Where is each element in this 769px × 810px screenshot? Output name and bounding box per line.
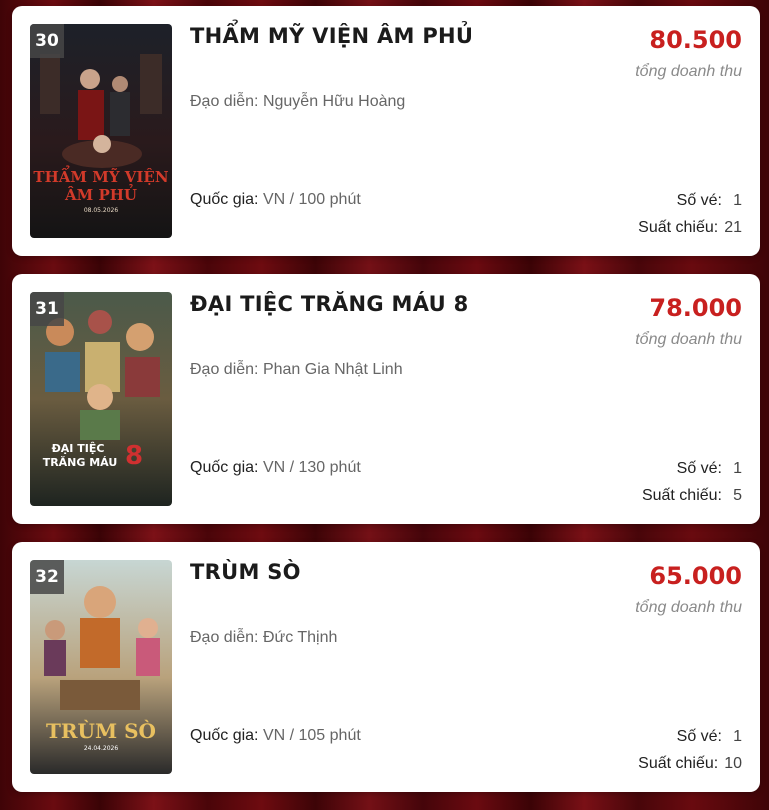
- movie-poster[interactable]: ĐẠI TIỆC TRĂNG MÁU 8 31: [30, 292, 172, 506]
- country-value: VN / 105 phút: [262, 727, 361, 744]
- movie-list: THẨM MỸ VIỆN ÂM PHỦ 08.05.2026 30 THẨM M…: [12, 6, 760, 810]
- country-duration: Quốc gia: VN / 130 phút: [190, 459, 361, 477]
- director: Đạo diễn: Đức Thịnh: [190, 629, 337, 647]
- director-label: Đạo diễn:: [190, 629, 263, 646]
- rank-badge: 31: [30, 292, 64, 326]
- tickets-value: 1: [733, 460, 742, 477]
- revenue-label: tổng doanh thu: [635, 63, 742, 80]
- tickets-value: 1: [733, 728, 742, 745]
- revenue-value: 80.500: [649, 26, 742, 54]
- shows-label: Suất chiếu:: [641, 487, 722, 504]
- rank-badge: 32: [30, 560, 64, 594]
- svg-text:THẨM MỸ VIỆN: THẨM MỸ VIỆN: [33, 165, 168, 186]
- country-label: Quốc gia:: [190, 459, 263, 476]
- shows-value: 21: [724, 219, 742, 236]
- tickets-label: Số vé:: [676, 192, 722, 209]
- revenue-label: tổng doanh thu: [635, 331, 742, 348]
- movie-stats: Số vé: 1 Suất chiếu: 10: [638, 727, 742, 781]
- director-label: Đạo diễn:: [190, 93, 263, 110]
- country-value: VN / 130 phút: [262, 459, 361, 476]
- movie-stats: Số vé: 1 Suất chiếu: 21: [638, 191, 742, 245]
- director-name: Phan Gia Nhật Linh: [262, 361, 403, 378]
- director-name: Đức Thịnh: [262, 629, 338, 646]
- tickets-label: Số vé:: [676, 460, 722, 477]
- tickets-label: Số vé:: [676, 728, 722, 745]
- movie-poster[interactable]: THẨM MỸ VIỆN ÂM PHỦ 08.05.2026 30: [30, 24, 172, 238]
- revenue-label: tổng doanh thu: [635, 599, 742, 616]
- director: Đạo diễn: Phan Gia Nhật Linh: [190, 361, 403, 379]
- revenue-value: 78.000: [649, 294, 742, 322]
- svg-text:24.04.2026: 24.04.2026: [84, 745, 119, 752]
- svg-text:08.05.2026: 08.05.2026: [84, 207, 119, 214]
- country-label: Quốc gia:: [190, 727, 263, 744]
- svg-text:8: 8: [125, 441, 143, 471]
- shows-value: 5: [733, 487, 742, 504]
- tickets-value: 1: [733, 192, 742, 209]
- shows-label: Suất chiếu:: [638, 755, 719, 772]
- movie-poster[interactable]: TRÙM SÒ 24.04.2026 32: [30, 560, 172, 774]
- director-name: Nguyễn Hữu Hoàng: [262, 93, 406, 110]
- movie-card[interactable]: TRÙM SÒ 24.04.2026 32 TRÙM SÒ 65.000 tổn…: [12, 542, 760, 792]
- svg-text:ÂM PHỦ: ÂM PHỦ: [64, 184, 137, 204]
- director-label: Đạo diễn:: [190, 361, 263, 378]
- shows-value: 10: [724, 755, 742, 772]
- country-value: VN / 100 phút: [262, 191, 361, 208]
- svg-text:TRĂNG MÁU: TRĂNG MÁU: [43, 456, 118, 469]
- country-duration: Quốc gia: VN / 105 phút: [190, 727, 361, 745]
- movie-title[interactable]: ĐẠI TIỆC TRĂNG MÁU 8: [190, 292, 610, 316]
- svg-text:ĐẠI TIỆC: ĐẠI TIỆC: [52, 442, 105, 455]
- director: Đạo diễn: Nguyễn Hữu Hoàng: [190, 93, 405, 111]
- shows-label: Suất chiếu:: [638, 219, 719, 236]
- svg-text:TRÙM SÒ: TRÙM SÒ: [46, 718, 156, 743]
- movie-card[interactable]: ĐẠI TIỆC TRĂNG MÁU 8 31 ĐẠI TIỆC TRĂNG M…: [12, 274, 760, 524]
- movie-title[interactable]: THẨM MỸ VIỆN ÂM PHỦ: [190, 24, 610, 48]
- country-duration: Quốc gia: VN / 100 phút: [190, 191, 361, 209]
- movie-stats: Số vé: 1 Suất chiếu: 5: [642, 459, 742, 513]
- movie-title[interactable]: TRÙM SÒ: [190, 560, 610, 584]
- country-label: Quốc gia:: [190, 191, 263, 208]
- revenue-value: 65.000: [649, 562, 742, 590]
- rank-badge: 30: [30, 24, 64, 58]
- movie-card[interactable]: THẨM MỸ VIỆN ÂM PHỦ 08.05.2026 30 THẨM M…: [12, 6, 760, 256]
